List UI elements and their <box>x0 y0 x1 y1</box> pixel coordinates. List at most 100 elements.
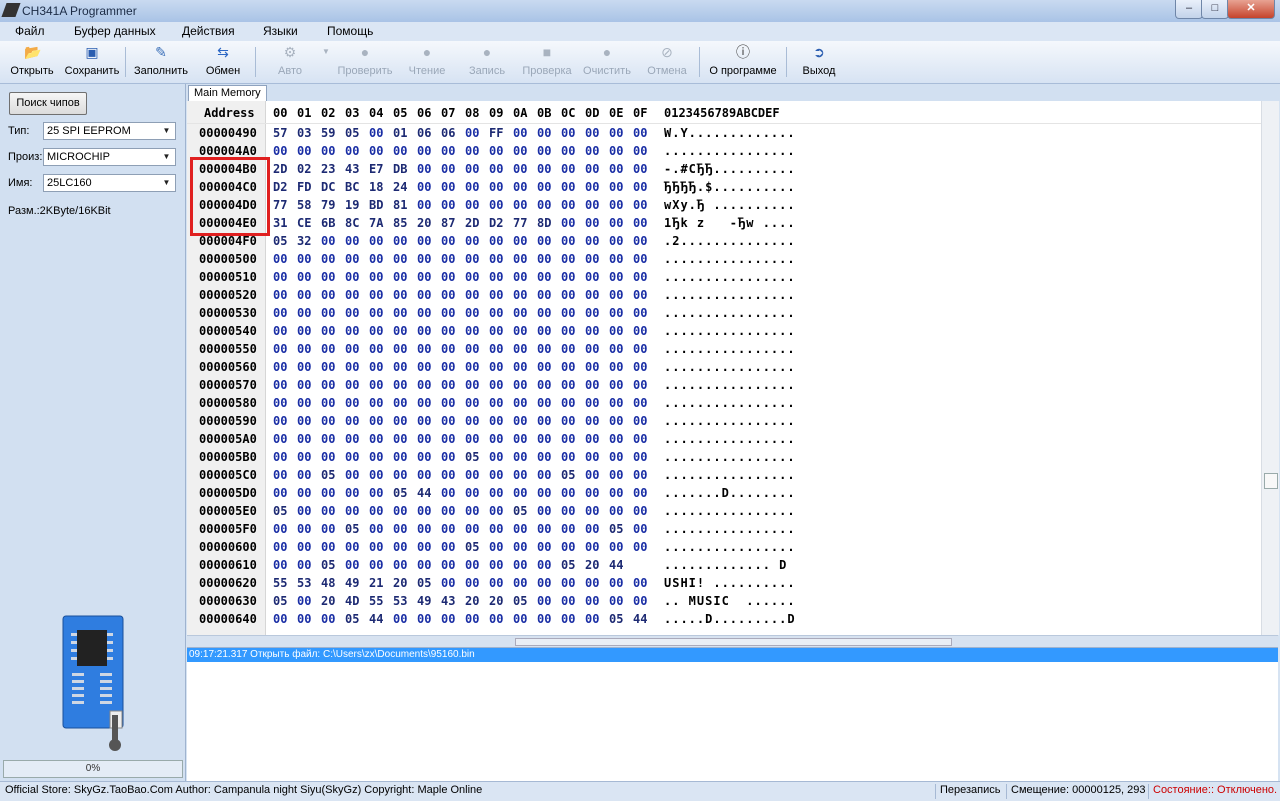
hex-byte[interactable]: 00 <box>369 358 383 376</box>
ascii-text[interactable]: ............. D <box>664 556 787 574</box>
hex-byte[interactable]: 05 <box>345 520 359 538</box>
hex-byte[interactable]: 00 <box>489 502 503 520</box>
hex-byte[interactable]: 00 <box>489 322 503 340</box>
hex-byte[interactable]: 32 <box>297 232 311 250</box>
hex-byte[interactable]: 00 <box>489 268 503 286</box>
hex-byte[interactable]: 00 <box>465 556 479 574</box>
hex-byte[interactable]: 00 <box>609 394 623 412</box>
hex-byte[interactable]: 00 <box>417 502 431 520</box>
hex-byte[interactable]: 00 <box>393 448 407 466</box>
hex-byte[interactable]: 00 <box>585 124 599 142</box>
hex-byte[interactable]: 00 <box>393 232 407 250</box>
hex-byte[interactable]: 05 <box>345 610 359 628</box>
hex-byte[interactable]: 00 <box>489 430 503 448</box>
ascii-text[interactable]: .2.............. <box>664 232 796 250</box>
hex-byte[interactable]: 00 <box>633 178 647 196</box>
hex-byte[interactable]: 00 <box>465 322 479 340</box>
hex-byte[interactable]: 00 <box>585 538 599 556</box>
ascii-text[interactable]: ................ <box>664 394 796 412</box>
hex-byte[interactable]: 00 <box>585 286 599 304</box>
hex-byte[interactable]: 00 <box>513 538 527 556</box>
hex-byte[interactable]: 00 <box>465 376 479 394</box>
minimize-button[interactable]: – <box>1175 0 1203 19</box>
hex-byte[interactable]: 00 <box>369 520 383 538</box>
hex-byte[interactable]: 00 <box>609 412 623 430</box>
hex-byte[interactable]: D2 <box>489 214 503 232</box>
hex-byte[interactable]: 00 <box>393 610 407 628</box>
hex-byte[interactable]: 00 <box>273 142 287 160</box>
ascii-text[interactable]: W.Y............. <box>664 124 796 142</box>
hex-byte[interactable]: 00 <box>561 574 575 592</box>
hex-byte[interactable]: 00 <box>609 250 623 268</box>
hex-byte[interactable]: 8C <box>345 214 359 232</box>
hex-byte[interactable]: 00 <box>561 484 575 502</box>
hex-byte[interactable]: 00 <box>297 268 311 286</box>
hex-byte[interactable]: 00 <box>273 376 287 394</box>
hex-byte[interactable]: 00 <box>297 394 311 412</box>
hex-byte[interactable]: 00 <box>561 592 575 610</box>
hex-byte[interactable]: 00 <box>345 250 359 268</box>
hex-byte[interactable]: 00 <box>561 376 575 394</box>
hex-byte[interactable]: 00 <box>633 520 647 538</box>
hex-byte[interactable]: 00 <box>465 142 479 160</box>
hex-byte[interactable]: D2 <box>273 178 287 196</box>
hex-byte[interactable]: 00 <box>345 556 359 574</box>
hex-byte[interactable]: 00 <box>345 502 359 520</box>
hex-byte[interactable]: 00 <box>513 232 527 250</box>
hex-byte[interactable]: 00 <box>585 358 599 376</box>
hex-editor[interactable]: Address 00 01 02 03 04 05 06 07 08 09 0A 0B 0C 0D 0E 0F… <box>187 101 1263 635</box>
hex-byte[interactable]: 00 <box>297 322 311 340</box>
hex-byte[interactable]: 05 <box>345 124 359 142</box>
ascii-text[interactable]: .. MUSIC ...... <box>664 592 796 610</box>
vendor-select[interactable]: MICROCHIP ▼ <box>43 148 176 166</box>
hex-byte[interactable]: 00 <box>537 556 551 574</box>
hex-byte[interactable]: 00 <box>513 484 527 502</box>
hex-byte[interactable]: 00 <box>633 268 647 286</box>
hex-byte[interactable]: 00 <box>441 322 455 340</box>
hex-byte[interactable]: 00 <box>369 322 383 340</box>
hex-byte[interactable]: 05 <box>321 556 335 574</box>
hex-byte[interactable]: 20 <box>489 592 503 610</box>
hex-byte[interactable]: 00 <box>393 556 407 574</box>
hex-byte[interactable]: 00 <box>417 466 431 484</box>
hex-byte[interactable]: 00 <box>537 538 551 556</box>
hex-byte[interactable]: 00 <box>513 466 527 484</box>
hex-byte[interactable]: 00 <box>273 430 287 448</box>
hex-byte[interactable]: 00 <box>489 412 503 430</box>
hex-byte[interactable]: 00 <box>273 538 287 556</box>
hex-byte[interactable]: 00 <box>441 178 455 196</box>
hex-byte[interactable]: 00 <box>489 304 503 322</box>
ascii-text[interactable]: wXy.Ђ .......... <box>664 196 796 214</box>
hex-byte[interactable]: 00 <box>561 394 575 412</box>
hex-byte[interactable]: 00 <box>465 394 479 412</box>
about-button[interactable]: ⓘ О программе <box>706 43 780 81</box>
hex-byte[interactable]: 00 <box>513 250 527 268</box>
hex-byte[interactable]: 00 <box>321 322 335 340</box>
hex-byte[interactable]: 00 <box>441 520 455 538</box>
maximize-button[interactable]: □ <box>1201 0 1229 19</box>
hex-byte[interactable]: 00 <box>321 520 335 538</box>
ascii-text[interactable]: ................ <box>664 466 796 484</box>
hex-byte[interactable]: 00 <box>585 196 599 214</box>
hex-byte[interactable]: 00 <box>393 502 407 520</box>
hex-byte[interactable]: 00 <box>393 250 407 268</box>
hex-byte[interactable]: 00 <box>609 376 623 394</box>
hex-byte[interactable]: 00 <box>369 286 383 304</box>
hex-byte[interactable]: 00 <box>297 610 311 628</box>
hex-byte[interactable]: 20 <box>393 574 407 592</box>
hex-byte[interactable]: 00 <box>561 196 575 214</box>
hex-byte[interactable]: 00 <box>489 520 503 538</box>
hex-byte[interactable]: 00 <box>345 142 359 160</box>
ascii-text[interactable]: ................ <box>664 286 796 304</box>
hex-byte[interactable]: 00 <box>321 610 335 628</box>
hex-byte[interactable]: 00 <box>633 484 647 502</box>
hex-byte[interactable]: 00 <box>369 448 383 466</box>
erase-button[interactable]: ● Очистить <box>580 43 634 81</box>
hex-byte[interactable]: 00 <box>441 250 455 268</box>
hex-byte[interactable]: 01 <box>393 124 407 142</box>
hex-byte[interactable]: 00 <box>465 232 479 250</box>
ascii-text[interactable]: ЂЂЂЂ.$.......... <box>664 178 796 196</box>
hex-byte[interactable]: 00 <box>465 160 479 178</box>
hex-byte[interactable]: 00 <box>393 142 407 160</box>
hex-byte[interactable]: 00 <box>345 394 359 412</box>
